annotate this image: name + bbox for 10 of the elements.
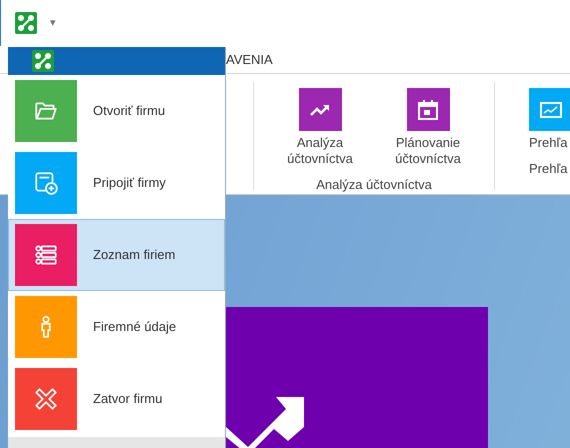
dropdown-arrow[interactable]: ▾ [50, 14, 56, 32]
menu-item[interactable]: Zoznam firiem [8, 219, 225, 291]
ribbon-tab[interactable]: AVENIA [226, 50, 273, 70]
group-label: Analýza účtovníctva [315, 176, 433, 194]
ribbon-button[interactable]: Prehľa [529, 88, 570, 151]
app-logo-icon[interactable] [15, 12, 37, 34]
ribbon-button[interactable]: Analýza účtovníctva [266, 88, 374, 167]
ribbon-button[interactable]: Plánovanie účtovníctva [374, 88, 482, 167]
app-logo-icon[interactable] [32, 50, 54, 72]
group-label: Prehľa [529, 160, 568, 178]
